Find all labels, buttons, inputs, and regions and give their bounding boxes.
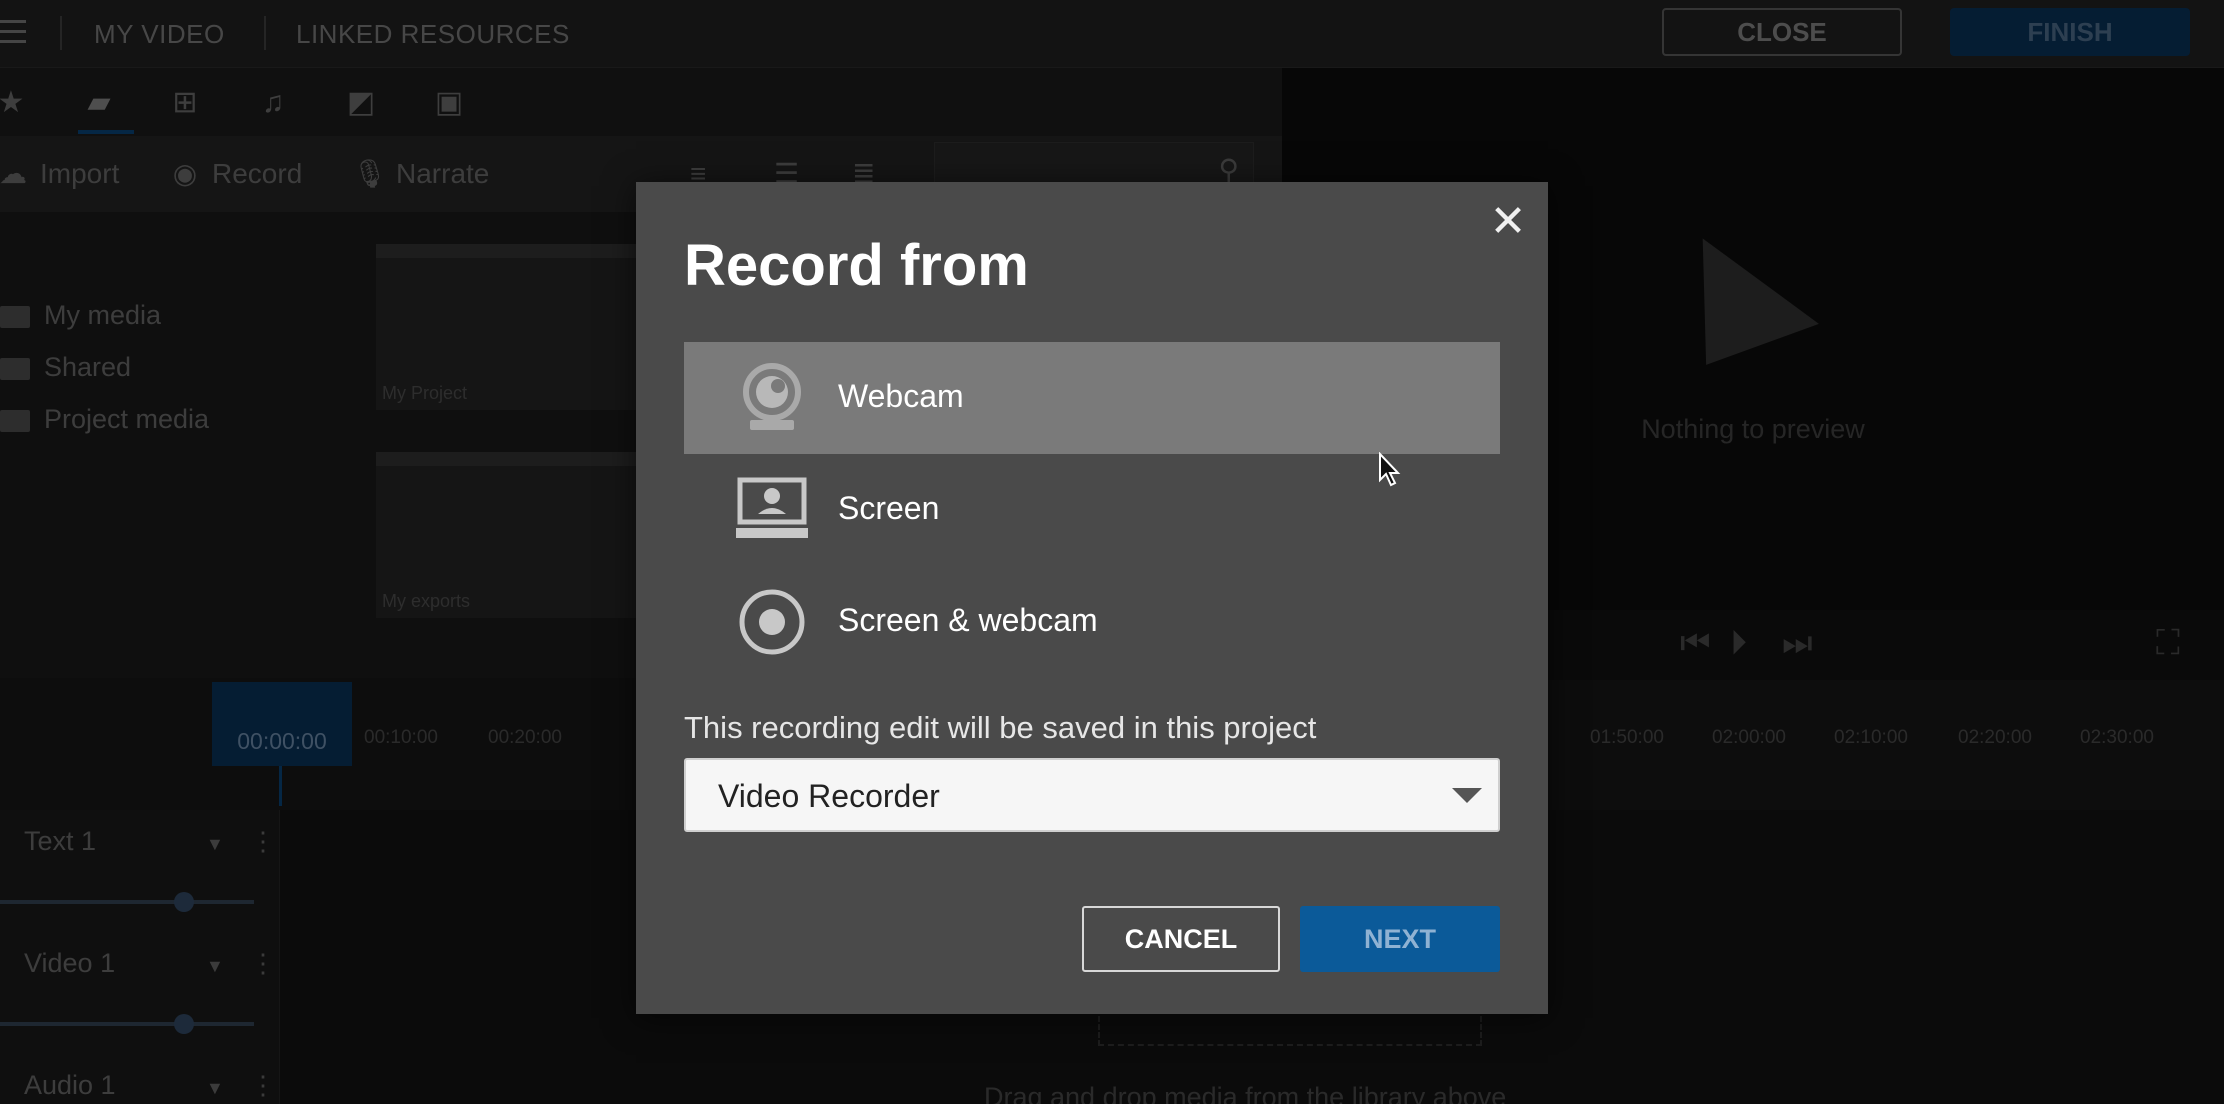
dialog-title: Record from <box>684 233 1029 298</box>
option-webcam[interactable]: Webcam <box>684 342 1500 454</box>
close-icon[interactable]: ✕ <box>1488 200 1528 244</box>
option-label: Screen <box>838 490 940 526</box>
mouse-cursor-icon <box>1379 452 1401 487</box>
cancel-button[interactable]: CANCEL <box>1082 906 1280 972</box>
save-location-note: This recording edit will be saved in thi… <box>684 710 1317 745</box>
next-button[interactable]: NEXT <box>1300 906 1500 972</box>
screen-icon <box>736 477 808 538</box>
project-select-value: Video Recorder <box>718 778 940 814</box>
screen-webcam-icon <box>739 589 805 655</box>
chevron-down-icon <box>1452 788 1482 803</box>
record-from-dialog: ✕ Record from Webcam Screen Screen & web… <box>636 182 1548 1014</box>
option-label: Screen & webcam <box>838 602 1098 638</box>
webcam-icon <box>743 363 801 430</box>
option-label: Webcam <box>838 378 964 414</box>
option-screen-webcam[interactable]: Screen & webcam <box>684 566 1500 678</box>
project-select[interactable]: Video Recorder <box>684 758 1500 832</box>
